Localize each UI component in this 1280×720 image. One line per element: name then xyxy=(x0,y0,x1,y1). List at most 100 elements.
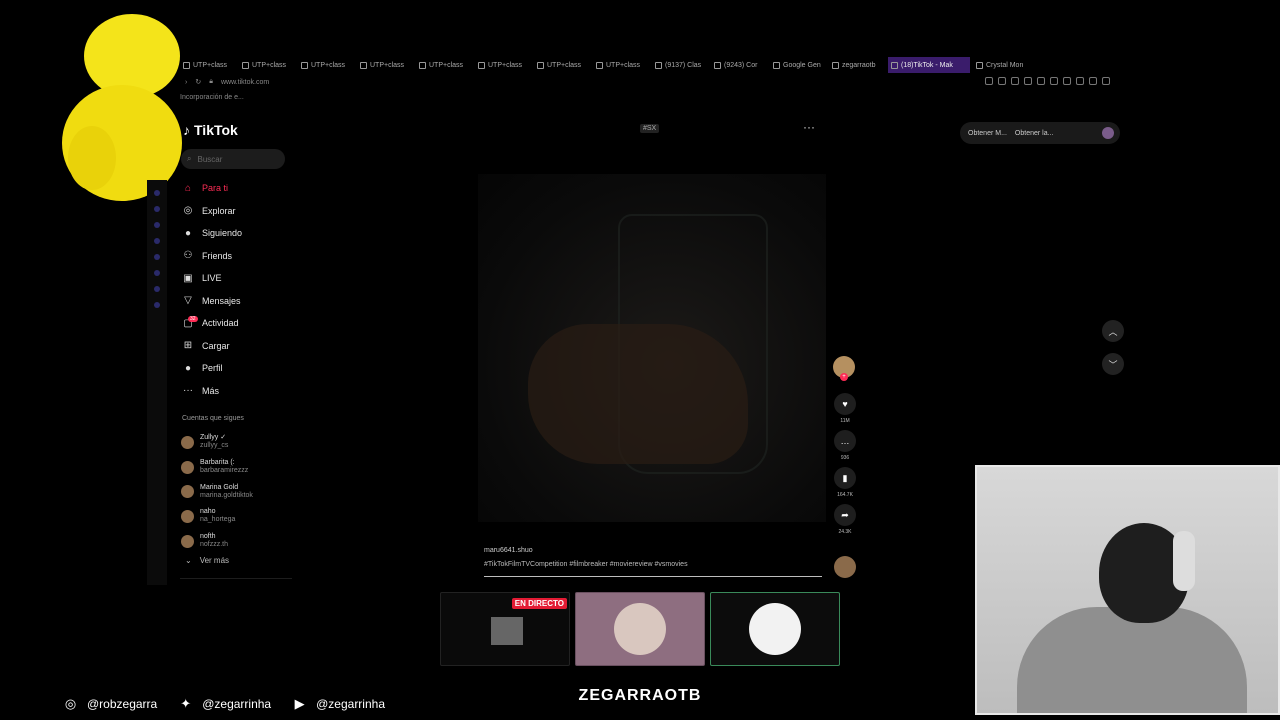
url-text[interactable]: www.tiktok.com xyxy=(221,79,269,86)
instagram-icon[interactable] xyxy=(154,206,160,212)
browser-tab[interactable]: UTP+class xyxy=(534,57,590,73)
tab-favicon-icon xyxy=(183,61,190,69)
instagram-icon: ◎ xyxy=(64,695,77,711)
heart-icon[interactable]: ♥ xyxy=(834,393,856,415)
extension-icon[interactable] xyxy=(1050,77,1058,85)
account-names: Barbarita (: barbaramirezzz xyxy=(200,459,248,475)
extension-icon[interactable] xyxy=(1063,77,1071,85)
browser-tab[interactable]: UTP+class xyxy=(239,57,295,73)
sidebar-item-perfil[interactable]: ● Perfil xyxy=(181,357,291,380)
extension-icon[interactable] xyxy=(1089,77,1097,85)
extension-icon[interactable] xyxy=(998,77,1006,85)
sidebar-item-actividad[interactable]: ▢ 32 Actividad xyxy=(181,312,291,335)
tab-favicon-icon xyxy=(655,61,662,69)
effect-tag[interactable]: #SX xyxy=(640,124,660,133)
tab-favicon-icon xyxy=(976,61,983,69)
tab-favicon-icon xyxy=(773,61,780,69)
reload-icon[interactable]: ↻ xyxy=(195,78,201,86)
previous-video-button[interactable]: ︿ xyxy=(1102,320,1124,342)
extension-icon[interactable] xyxy=(1024,77,1032,85)
like-action[interactable]: ♥ 11M xyxy=(833,393,857,425)
browser-tab[interactable]: (9243) Cor xyxy=(711,57,767,73)
browser-tab[interactable]: zegarraotb xyxy=(829,57,885,73)
logo-text: TikTok xyxy=(194,122,238,138)
save-action[interactable]: ▮ 164.7K xyxy=(833,467,857,499)
video-player[interactable] xyxy=(478,174,826,522)
list-item[interactable]: Marina Gold marina.goldtiktok xyxy=(181,479,291,504)
tab-favicon-icon xyxy=(537,61,544,69)
list-item[interactable]: Zullyy ✓ zullyy_cs xyxy=(181,430,291,455)
sidebar-item-cargar[interactable]: ⊞ Cargar xyxy=(181,335,291,358)
video-hashtags[interactable]: #TikTokFilmTVCompetition #filmbreaker #m… xyxy=(484,561,688,568)
webcam-feed xyxy=(975,465,1280,715)
list-item[interactable]: nofth nofzzz.th xyxy=(181,529,291,554)
browser-tab[interactable]: Google Gen xyxy=(770,57,826,73)
share-action[interactable]: ➦ 24.3K xyxy=(833,504,857,536)
sidebar-item-label: Friends xyxy=(202,250,233,261)
browser-tab[interactable]: UTP+class xyxy=(416,57,472,73)
tab-label: UTP+class xyxy=(429,61,464,69)
browser-tab[interactable]: UTP+class xyxy=(357,57,413,73)
sidebar-app-icon[interactable] xyxy=(154,302,160,308)
browser-tab[interactable]: (18)TikTok - Mak xyxy=(888,57,970,73)
profile-avatar[interactable] xyxy=(1102,127,1114,139)
see-more-link[interactable]: ⌄ Ver más xyxy=(185,556,229,565)
browser-tab[interactable]: UTP+class xyxy=(298,57,354,73)
browser-tab[interactable]: UTP+class xyxy=(593,57,649,73)
sidebar-app-icon[interactable] xyxy=(154,286,160,292)
sidebar-item-label: Perfil xyxy=(202,363,223,374)
search-input[interactable]: ⌕ Buscar xyxy=(181,149,285,169)
sidebar-item-friends[interactable]: ⚇ Friends xyxy=(181,245,291,268)
get-app-button[interactable]: Obtener M... xyxy=(968,130,1007,137)
account-names: naho na_hortega xyxy=(200,508,235,524)
follow-plus-icon[interactable]: + xyxy=(840,373,848,381)
sidebar-app-icon[interactable] xyxy=(154,270,160,276)
tiktok-logo[interactable]: ♪ TikTok xyxy=(183,122,238,138)
tiktok-icon[interactable] xyxy=(154,222,160,228)
save-count: 164.7K xyxy=(837,492,853,498)
sidebar-item-explorar[interactable]: ◎ Explorar xyxy=(181,200,291,223)
video-progress-bar[interactable] xyxy=(484,576,822,577)
get-desktop-button[interactable]: Obtener la... xyxy=(1015,130,1054,137)
video-author[interactable]: maru6641.shuo xyxy=(484,547,533,554)
sidebar-app-icon[interactable] xyxy=(154,238,160,244)
sidebar-item-m-s[interactable]: ··· Más xyxy=(181,380,291,403)
extension-icon[interactable] xyxy=(1076,77,1084,85)
comment-icon[interactable]: … xyxy=(834,430,856,452)
browser-tab[interactable]: UTP+class xyxy=(475,57,531,73)
whatsapp-icon[interactable] xyxy=(154,190,160,196)
author-avatar[interactable]: + xyxy=(833,356,855,381)
list-item[interactable]: Barbarita (: barbaramirezzz xyxy=(181,455,291,480)
sidebar-item-mensajes[interactable]: ▽ Mensajes xyxy=(181,290,291,313)
avatar xyxy=(181,485,194,499)
more-options-icon[interactable]: ··· xyxy=(803,120,815,134)
menu-icon[interactable] xyxy=(1102,77,1110,85)
comment-action[interactable]: … 936 xyxy=(833,430,857,462)
tiktok-note-icon: ♪ xyxy=(183,122,190,138)
extension-icon[interactable] xyxy=(1011,77,1019,85)
sidebar-item-siguiendo[interactable]: ● Siguiendo xyxy=(181,222,291,245)
browser-tab[interactable]: UTP+class xyxy=(180,57,236,73)
next-video-button[interactable]: ﹀ xyxy=(1102,353,1124,375)
list-item[interactable]: naho na_hortega xyxy=(181,504,291,529)
sidebar-item-live[interactable]: ▣ LIVE xyxy=(181,267,291,290)
browser-tab[interactable]: (9137) Clas xyxy=(652,57,708,73)
channel-name: ZEGARRAOTB xyxy=(578,687,702,704)
music-disc-icon[interactable] xyxy=(834,556,856,578)
bookmark-icon[interactable]: ▮ xyxy=(834,467,856,489)
share-count: 24.3K xyxy=(838,529,852,535)
avatar xyxy=(614,603,666,655)
account-names: Zullyy ✓ zullyy_cs xyxy=(200,434,228,450)
extension-icon[interactable] xyxy=(985,77,993,85)
avatar xyxy=(749,603,801,655)
sidebar-item-para-ti[interactable]: ⌂ Para ti xyxy=(181,177,291,200)
extension-icon[interactable] xyxy=(1037,77,1045,85)
bookmark-item[interactable]: Incorporación de e... xyxy=(180,94,244,101)
share-icon[interactable]: ➦ xyxy=(834,504,856,526)
following-accounts-list: Zullyy ✓ zullyy_cs Barbarita (: barbaramire… xyxy=(181,430,291,553)
browser-tab[interactable]: Crystal Mon xyxy=(973,57,1029,73)
sidebar-app-icon[interactable] xyxy=(154,254,160,260)
forward-icon[interactable]: › xyxy=(185,79,187,86)
avatar xyxy=(181,460,194,474)
account-names: nofth nofzzz.th xyxy=(200,533,228,549)
